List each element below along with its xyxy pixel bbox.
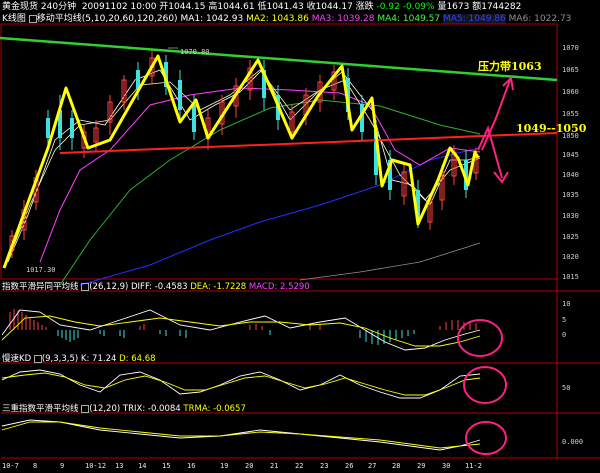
date-tick: 16 (187, 462, 195, 470)
price-axis: 1070 1065 1060 1055 1050 1045 1040 1035 … (562, 44, 579, 281)
date-tick: 10-7 (2, 462, 19, 470)
macd-diff-value: DIFF: -0.4583 (131, 282, 188, 292)
trough-label: 1017.30 (26, 266, 56, 274)
date-tick: 21 (270, 462, 278, 470)
date-tick: 13 (115, 462, 123, 470)
price-tick: 1060 (562, 88, 579, 96)
kd-k-line (1, 369, 481, 399)
peak-label: 1070.80 (180, 48, 210, 56)
price-tick: 1070 (562, 44, 579, 52)
macd-histogram (9, 309, 477, 345)
kd-title-bar: 慢速KD (9,3,3,5) K: 71.24 D: 64.68 (2, 354, 156, 364)
price-tick: 1045 (562, 151, 579, 159)
forecast-arrows (477, 75, 514, 184)
kd-title[interactable]: 慢速KD (2, 354, 31, 364)
wave-zigzag (2, 54, 480, 269)
macd-axis-tick: 10 (562, 300, 570, 308)
pressure-label: 压力带1063 (478, 59, 542, 73)
macd-axis-tick: 0 (562, 331, 566, 339)
trix-title[interactable]: 三重指数平滑平均线 (2, 404, 79, 414)
macd-highlight-circle (457, 319, 503, 357)
kd-params: (9,3,3,5) (41, 354, 79, 364)
date-tick: 29 (417, 462, 425, 470)
price-tick: 1030 (562, 212, 579, 220)
trma-line (1, 421, 481, 449)
macd-title[interactable]: 指数平滑异同平均线 (2, 282, 79, 292)
trix-title-bar: 三重指数平滑平均线 (12,20) TRIX: -0.0084 TRMA: -0… (2, 404, 246, 414)
date-tick: 23 (320, 462, 328, 470)
date-tick: 14 (138, 462, 146, 470)
macd-title-bar: 指数平滑异同平均线 (26,12,9) DIFF: -0.4583 DEA: -… (2, 282, 310, 292)
ma6-line (299, 242, 481, 281)
date-axis: 10-7 8 9 10-12 13 14 15 16 19 20 21 22 2… (2, 462, 482, 470)
kd-k-value: K: 71.24 (80, 354, 117, 364)
ma3-line (39, 87, 481, 263)
kd-axis-tick: 50 (562, 384, 570, 392)
price-tick: 1025 (562, 233, 579, 241)
date-tick: 30 (442, 462, 450, 470)
kd-d-value: D: 64.68 (119, 354, 156, 364)
date-tick: 26 (345, 462, 353, 470)
trix-params: (12,20) (89, 404, 121, 414)
price-tick: 1065 (562, 66, 579, 74)
price-tick: 1040 (562, 171, 579, 179)
date-tick: 11-2 (465, 462, 482, 470)
date-tick: 22 (295, 462, 303, 470)
trix-value: TRIX: -0.0084 (122, 404, 181, 414)
price-tick: 1055 (562, 110, 579, 118)
date-tick: 20 (245, 462, 253, 470)
box-icon[interactable] (33, 354, 42, 363)
date-tick: 27 (368, 462, 376, 470)
price-tick: 1015 (562, 273, 579, 281)
zone-label: 1049--1050 (516, 122, 587, 135)
chart-canvas[interactable]: 1070 1065 1060 1055 1050 1045 1040 1035 … (0, 0, 600, 473)
macd-dea-value: DEA: -1.7228 (190, 282, 247, 292)
date-tick: 9 (60, 462, 64, 470)
macd-params: (26,12,9) (89, 282, 129, 292)
price-tick: 1035 (562, 191, 579, 199)
upper-trendline (0, 36, 558, 82)
trix-highlight-circle (465, 421, 507, 455)
date-tick: 15 (162, 462, 170, 470)
kd-highlight-circle (463, 366, 507, 404)
date-tick: 10-12 (85, 462, 106, 470)
macd-axis-tick: 5 (562, 316, 566, 324)
kd-d-line (1, 372, 481, 396)
trix-axis-tick: 0.000 (562, 438, 583, 446)
date-tick: 28 (392, 462, 400, 470)
trma-value: TRMA: -0.0657 (183, 404, 246, 414)
macd-macd-value: MACD: 2.5290 (248, 282, 310, 292)
date-tick: 8 (33, 462, 37, 470)
price-tick: 1020 (562, 253, 579, 261)
date-tick: 19 (220, 462, 228, 470)
